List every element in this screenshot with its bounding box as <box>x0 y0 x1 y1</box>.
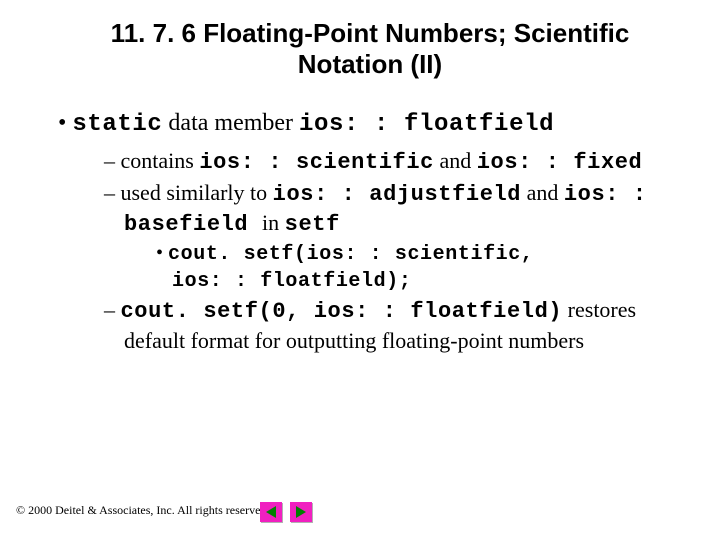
arrow-left-icon <box>266 506 276 518</box>
title-line-1: 11. 7. 6 Floating-Point Numbers; Scienti… <box>111 18 630 48</box>
code-floatfield: ios: : floatfield <box>299 111 554 138</box>
copyright-footer: © 2000 Deitel & Associates, Inc. All rig… <box>16 503 269 518</box>
code-setf: setf <box>285 212 340 237</box>
text: contains <box>121 148 200 173</box>
bullet-level1: static data member ios: : floatfield <box>48 108 680 141</box>
text: data member <box>162 110 299 136</box>
slide-title: 11. 7. 6 Floating-Point Numbers; Scienti… <box>80 18 660 80</box>
bullet-level2: used similarly to ios: : adjustfield and… <box>48 179 680 239</box>
code-fixed: ios: : fixed <box>477 150 643 175</box>
text: used similarly to <box>121 180 273 205</box>
text: in <box>262 210 285 235</box>
bullet-level2: contains ios: : scientific and ios: : fi… <box>48 147 680 177</box>
nav-controls <box>260 502 312 522</box>
bullet-level3: cout. setf(ios: : scientific, ios: : flo… <box>48 241 680 294</box>
code-static: static <box>72 111 162 138</box>
prev-button[interactable] <box>260 502 282 522</box>
bullet-level2: cout. setf(0, ios: : floatfield) restore… <box>48 296 680 354</box>
code-scientific: ios: : scientific <box>199 150 434 175</box>
code-example-line1: cout. setf(ios: : scientific, <box>168 243 533 266</box>
code-example-line2: ios: : floatfield); <box>172 270 411 293</box>
arrow-right-icon <box>296 506 306 518</box>
slide-body: static data member ios: : floatfield con… <box>48 108 680 357</box>
text: and <box>521 180 564 205</box>
slide: 11. 7. 6 Floating-Point Numbers; Scienti… <box>0 0 720 540</box>
text: and <box>434 148 477 173</box>
code-restore: cout. setf(0, ios: : floatfield) <box>121 299 563 324</box>
title-line-2: Notation (II) <box>298 49 442 79</box>
next-button[interactable] <box>290 502 312 522</box>
code-adjustfield: ios: : adjustfield <box>273 182 521 207</box>
